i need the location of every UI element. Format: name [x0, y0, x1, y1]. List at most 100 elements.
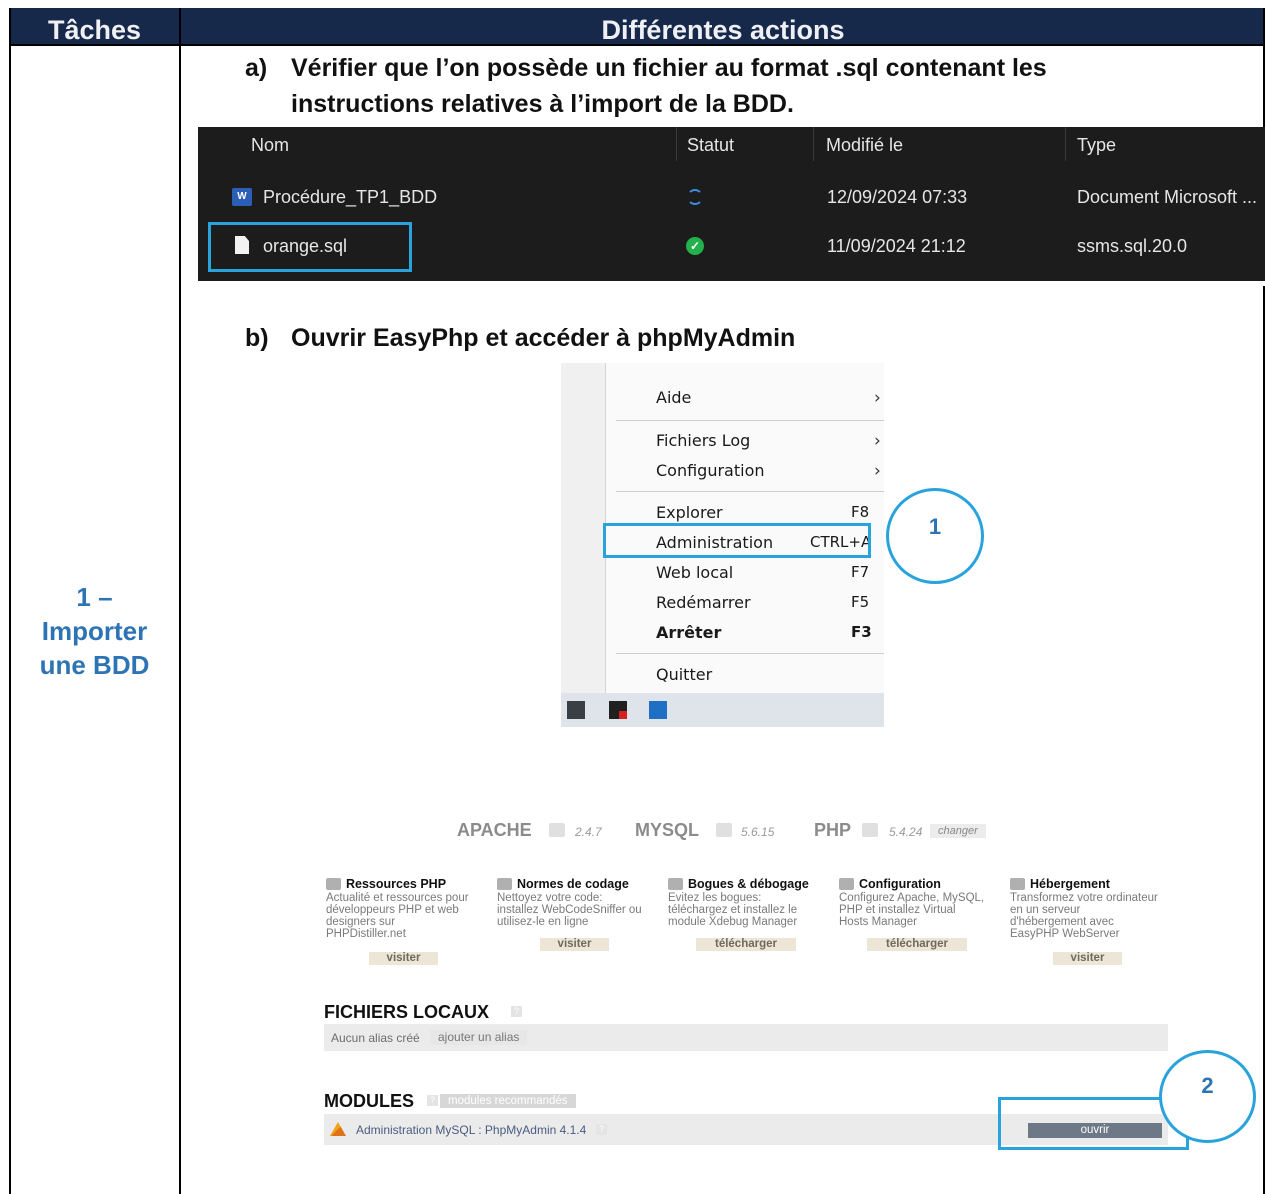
- menu-item-label: Explorer: [656, 503, 723, 522]
- help-icon[interactable]: ?: [596, 1124, 607, 1135]
- card-button-visiter[interactable]: visiter: [1053, 952, 1122, 965]
- column-modified[interactable]: Modifié le: [826, 135, 903, 156]
- menu-shortcut: F5: [851, 593, 870, 611]
- column-divider[interactable]: [813, 127, 814, 161]
- menu-item-label: Aide: [656, 388, 692, 407]
- modules-title: MODULES: [324, 1091, 414, 1111]
- recommended-modules-button[interactable]: modules recommandés: [440, 1094, 576, 1108]
- taskbar-app-icon[interactable]: [567, 701, 585, 719]
- column-type[interactable]: Type: [1077, 135, 1116, 156]
- sync-icon: [687, 189, 703, 205]
- card-desc-line: développeurs PHP et web: [326, 904, 459, 916]
- menu-shortcut: F8: [851, 503, 870, 521]
- php-gear-icon[interactable]: [862, 823, 878, 837]
- card-desc-line: Hosts Manager: [839, 916, 917, 928]
- file-highlight-box: [208, 222, 412, 272]
- header-tasks: Tâches: [9, 8, 180, 44]
- card-normes-de-codage: Normes de codage Nettoyez votre code: in…: [497, 876, 665, 928]
- menu-item-label: Configuration: [656, 461, 765, 480]
- table-header-rule: [9, 44, 1265, 46]
- column-divider[interactable]: [1065, 127, 1066, 161]
- mysql-label: MYSQL: [635, 820, 700, 840]
- card-title: Normes de codage: [497, 876, 665, 892]
- file-explorer-list: Nom Statut Modifié le Type W Procédure_T…: [198, 127, 1265, 281]
- card-button-visiter[interactable]: visiter: [540, 938, 609, 951]
- menu-item-label: Arrêter: [656, 623, 722, 642]
- word-document-icon: W: [232, 188, 252, 206]
- card-desc-line: Nettoyez votre code:: [497, 892, 603, 904]
- callout-1: 1: [886, 488, 984, 584]
- check-icon: ✓: [686, 237, 704, 255]
- card-title: Ressources PHP: [326, 876, 494, 892]
- step-b-letter: b): [245, 324, 269, 352]
- easyphp-tray-icon[interactable]: [609, 701, 627, 719]
- file-type: ssms.sql.20.0: [1077, 236, 1188, 256]
- card-desc-line: utilisez-le en ligne: [497, 916, 589, 928]
- file-modified: 11/09/2024 21:12: [827, 236, 966, 256]
- task-label-line-2: Importer: [41, 616, 148, 646]
- step-b-text: Ouvrir EasyPhp et accéder à phpMyAdmin: [291, 324, 796, 352]
- card-desc-line: téléchargez et installez le: [668, 904, 798, 916]
- php-version: 5.4.24: [889, 825, 923, 839]
- step-a-line-1: Vérifier que l’on possède un fichier au …: [291, 54, 1047, 82]
- menu-item-label: Redémarrer: [656, 593, 751, 612]
- administration-highlight-box: [603, 523, 871, 558]
- apache-gear-icon[interactable]: [549, 823, 565, 837]
- task-label-line-3: une BDD: [39, 650, 150, 680]
- card-title: Configuration: [839, 876, 1007, 892]
- card-button-visiter[interactable]: visiter: [369, 952, 438, 965]
- card-configuration: Configuration Configurez Apache, MySQL, …: [839, 876, 1007, 928]
- task-label-line-1: 1 –: [76, 582, 113, 612]
- card-button-telecharger[interactable]: télécharger: [696, 938, 796, 951]
- card-desc-line: d'hébergement avec: [1010, 916, 1114, 928]
- help-icon[interactable]: ?: [511, 1006, 522, 1017]
- file-type: Document Microsoft ...: [1077, 187, 1258, 207]
- menu-separator: [616, 491, 884, 492]
- menu-item-label: Web local: [656, 563, 734, 582]
- card-button-telecharger[interactable]: télécharger: [867, 938, 967, 951]
- menu-shortcut: F3: [851, 623, 872, 641]
- file-modified: 12/09/2024 07:33: [827, 187, 968, 207]
- step-a: a) Vérifier que l’on possède un fichier a…: [245, 52, 1047, 85]
- card-desc-line: installez WebCodeSniffer ou: [497, 904, 642, 916]
- card-desc-line: Configurez Apache, MySQL,: [839, 892, 985, 904]
- step-b: b) Ouvrir EasyPhp et accéder à phpMyAdmin: [245, 322, 795, 355]
- php-changer-button[interactable]: changer: [930, 824, 986, 838]
- chevron-right-icon: ›: [874, 461, 881, 481]
- card-bogues-debogage: Bogues & débogage Evitez les bogues: tél…: [668, 876, 836, 928]
- card-desc-line: Transformez votre ordinateur: [1010, 892, 1158, 904]
- header-actions: Différentes actions: [181, 8, 1265, 44]
- card-desc-line: PHPDistiller.net: [326, 928, 406, 940]
- column-status[interactable]: Statut: [687, 135, 734, 156]
- chevron-right-icon: ›: [874, 388, 881, 408]
- taskbar: [561, 693, 884, 727]
- card-desc-line: PHP et installez Virtual: [839, 904, 956, 916]
- add-alias-button[interactable]: ajouter un alias: [430, 1030, 528, 1045]
- callout-2: 2: [1159, 1050, 1256, 1143]
- card-title: Bogues & débogage: [668, 876, 836, 892]
- menu-item-label: Fichiers Log: [656, 431, 751, 450]
- local-files-title: FICHIERS LOCAUX: [324, 1002, 490, 1022]
- menu-separator: [616, 653, 884, 654]
- easyphp-tray-menu-screenshot: Aide › Fichiers Log › Configuration › Ex…: [561, 363, 884, 727]
- file-name[interactable]: Procédure_TP1_BDD: [263, 187, 437, 208]
- card-desc-line: designers sur: [326, 916, 396, 928]
- column-name[interactable]: Nom: [251, 135, 289, 156]
- php-label: PHP: [814, 820, 852, 840]
- card-desc-line: Evitez les bogues:: [668, 892, 762, 904]
- mysql-gear-icon[interactable]: [716, 823, 732, 837]
- card-desc-line: module Xdebug Manager: [668, 916, 798, 928]
- menu-shortcut: F7: [851, 563, 870, 581]
- column-divider[interactable]: [676, 127, 677, 161]
- apache-label: APACHE: [457, 820, 532, 840]
- module-name[interactable]: Administration MySQL : PhpMyAdmin 4.1.4: [356, 1123, 586, 1137]
- outlook-tray-icon[interactable]: [649, 701, 667, 719]
- task-label: 1 – Importer une BDD: [9, 580, 180, 682]
- apache-version: 2.4.7: [575, 825, 602, 839]
- no-alias-text: Aucun alias créé: [331, 1031, 420, 1045]
- menu-item-label: Quitter: [656, 665, 713, 684]
- help-icon[interactable]: ?: [427, 1095, 438, 1106]
- step-a-letter: a): [245, 54, 268, 82]
- chevron-right-icon: ›: [874, 431, 881, 451]
- card-desc-line: EasyPHP WebServer: [1010, 928, 1120, 940]
